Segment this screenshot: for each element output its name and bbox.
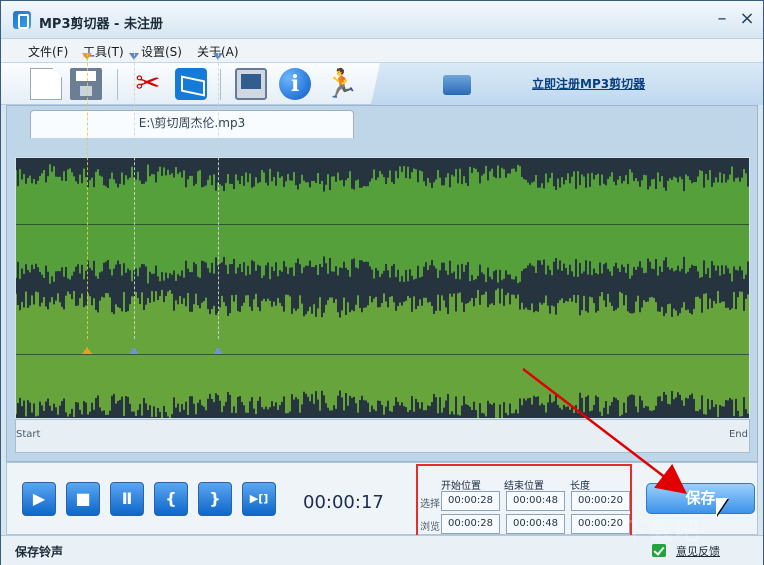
mouse-cursor-icon: [716, 498, 728, 516]
preview-length-field[interactable]: 00:00:20: [571, 514, 630, 534]
menu-settings[interactable]: 设置(S): [141, 43, 182, 60]
app-icon: [13, 11, 31, 29]
register-link[interactable]: 立即注册MP3剪切器: [532, 75, 645, 92]
selection-end-line[interactable]: [218, 53, 219, 339]
preview-row-label: 浏览: [420, 522, 440, 533]
save-icon[interactable]: [70, 68, 102, 100]
selection-end-marker-bottom[interactable]: [213, 347, 223, 354]
selection-length-field[interactable]: 00:00:20: [571, 491, 630, 511]
preview-end-field[interactable]: 00:00:48: [506, 514, 565, 534]
set-start-button[interactable]: {: [154, 482, 188, 516]
status-text: 保存铃声: [15, 545, 64, 559]
selection-row-label: 选择: [420, 499, 440, 510]
stop-button[interactable]: ■: [66, 482, 100, 516]
save-button[interactable]: 保存: [646, 483, 755, 514]
close-button[interactable]: ×: [738, 10, 756, 28]
top-channel-centerline: [16, 224, 749, 225]
waveform-display[interactable]: [15, 157, 750, 419]
watermark: 下载吧: [623, 517, 701, 545]
menu-bar: 文件(F) 工具(T) 设置(S) 关于(A): [1, 39, 763, 63]
length-header: 长度: [570, 481, 590, 492]
current-time: 00:00:17: [303, 492, 384, 513]
playhead-marker-bottom[interactable]: [82, 347, 92, 354]
new-file-icon[interactable]: [30, 68, 62, 100]
audio-waveform[interactable]: [16, 158, 750, 419]
ruler-end-label: End: [728, 429, 748, 440]
time-ruler[interactable]: Start End: [15, 419, 750, 453]
preview-start-field[interactable]: 00:00:28: [441, 514, 500, 534]
register-card-icon[interactable]: [443, 75, 471, 95]
file-tab[interactable]: E:\剪切周杰伦.mp3: [30, 110, 354, 138]
selection-start-line[interactable]: [134, 53, 135, 339]
mail-icon[interactable]: [175, 68, 207, 100]
bottom-channel-centerline: [16, 354, 749, 355]
selection-start-field[interactable]: 00:00:28: [441, 491, 500, 511]
minimize-button[interactable]: –: [713, 10, 731, 28]
ruler-start-label: Start: [16, 429, 41, 440]
play-selection-button[interactable]: ▶[]: [242, 482, 276, 516]
menu-file[interactable]: 文件(F): [28, 43, 68, 60]
selection-range-panel: 开始位置 结束位置 长度 选择 00:00:28 00:00:48 00:00:…: [416, 464, 632, 537]
play-button[interactable]: ▶: [22, 482, 56, 516]
mp3-cutter-window: MP3剪切器 - 未注册 – × 文件(F) 工具(T) 设置(S) 关于(A)…: [0, 0, 764, 565]
set-end-button[interactable]: }: [198, 482, 232, 516]
selection-start-marker-bottom[interactable]: [129, 347, 139, 354]
toolbar-separator: [220, 69, 221, 100]
window-title: MP3剪切器 - 未注册: [39, 17, 163, 32]
toolbar-separator: [117, 69, 118, 100]
editor-panel: E:\剪切周杰伦.mp3 Start End: [6, 105, 758, 462]
selection-end-field[interactable]: 00:00:48: [506, 491, 565, 511]
start-position-header: 开始位置: [441, 481, 481, 492]
playhead-line[interactable]: [87, 53, 88, 339]
monitor-icon[interactable]: [235, 68, 267, 100]
toolbar: ✂ i 🏃: [1, 63, 763, 105]
title-bar: MP3剪切器 - 未注册 – ×: [1, 1, 763, 39]
scissors-icon[interactable]: ✂: [132, 68, 164, 100]
pause-button[interactable]: Ⅱ: [110, 482, 144, 516]
end-position-header: 结束位置: [504, 481, 544, 492]
running-person-icon[interactable]: 🏃: [324, 68, 359, 100]
info-icon[interactable]: i: [279, 68, 311, 100]
